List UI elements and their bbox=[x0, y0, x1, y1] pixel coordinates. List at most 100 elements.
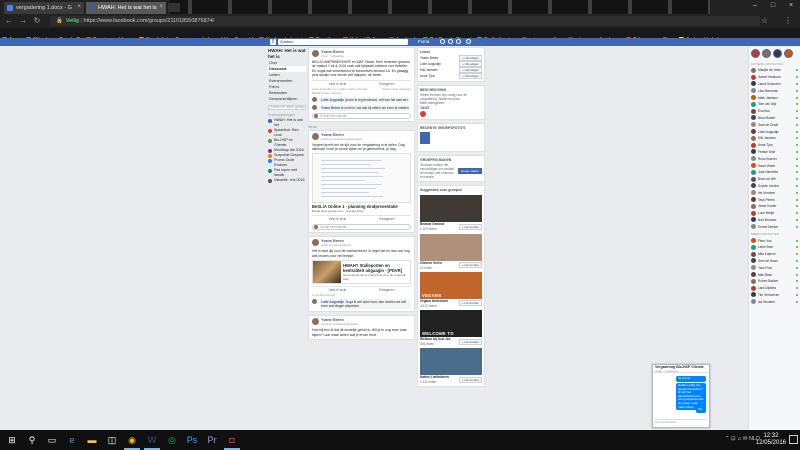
like-button[interactable]: Vind ik leuk bbox=[328, 217, 346, 222]
word-icon[interactable]: W bbox=[144, 434, 160, 450]
tab-hwah[interactable]: HWAH: Het is wat het is × bbox=[86, 2, 166, 14]
shortcut-item[interactable]: Promo Oude Rockers bbox=[268, 158, 306, 168]
shortcut-item[interactable]: Pas lopen met familie bbox=[268, 168, 306, 178]
join-group-button[interactable]: + Lid worden bbox=[458, 224, 482, 231]
chat-contact[interactable]: Ruben Bakker bbox=[749, 278, 800, 285]
comment-button[interactable]: Reageren bbox=[379, 288, 394, 293]
menu-icon[interactable]: ⋮ bbox=[784, 16, 792, 26]
chat-contact[interactable]: Sem de Haan bbox=[749, 258, 800, 265]
member-name[interactable]: Anna Tjoa bbox=[420, 74, 434, 79]
comment-input[interactable]: Schrijf een reactie... bbox=[312, 112, 411, 119]
chat-contact[interactable]: Laura Schouten bbox=[749, 81, 800, 88]
story-avatar[interactable] bbox=[762, 49, 771, 58]
store-icon[interactable]: ◫ bbox=[106, 434, 118, 446]
suggested-group-image[interactable] bbox=[420, 233, 482, 261]
chat-contact[interactable]: Marijke de Vries bbox=[749, 67, 800, 74]
friend-requests-icon[interactable] bbox=[440, 39, 445, 44]
comment-input[interactable]: Schrijf een reactie... bbox=[312, 224, 411, 231]
avatar[interactable] bbox=[312, 318, 319, 326]
chat-contact[interactable]: Anna Tjoa bbox=[749, 142, 800, 149]
shortcut-item[interactable]: Vakantie: reis 2016 bbox=[268, 178, 306, 183]
reload-icon[interactable]: ↻ bbox=[32, 16, 42, 26]
chat-contact[interactable]: Julia Hendriks bbox=[749, 169, 800, 176]
address-bar[interactable]: 🔒 Veilig | https://www.facebook.com/group… bbox=[50, 16, 760, 26]
chat-contact[interactable]: Bram de Wit bbox=[749, 176, 800, 183]
story-avatar[interactable] bbox=[773, 49, 782, 58]
chat-contact[interactable]: Lisa Moerman bbox=[749, 87, 800, 94]
group-photo[interactable] bbox=[420, 131, 430, 144]
edge-icon[interactable]: e bbox=[66, 434, 78, 446]
more-comments-link[interactable]: Bekijk 2 meer reacties bbox=[312, 91, 411, 95]
chat-contact[interactable]: Tess Peters bbox=[749, 196, 800, 203]
chat-contact[interactable]: Lotte Augustijn bbox=[749, 128, 800, 135]
group-search-input[interactable]: Zoeken in deze groep bbox=[268, 105, 306, 110]
shortcut-item[interactable]: Spaarklub: Ben Leuk bbox=[268, 128, 306, 138]
system-tray[interactable]: ⌃ ⊡ ♫ ✉ NLD bbox=[725, 436, 760, 442]
invite-button[interactable]: + Uitnodigen bbox=[459, 73, 482, 79]
camera-icon[interactable]: ◘ bbox=[224, 434, 240, 450]
suggested-group-image[interactable]: VEGANS bbox=[420, 271, 482, 299]
premiere-icon[interactable]: Pr bbox=[206, 434, 218, 446]
user-name[interactable]: Fiona bbox=[418, 39, 429, 45]
avatar[interactable] bbox=[312, 104, 317, 110]
settings-icon[interactable] bbox=[466, 39, 471, 44]
create-group-button[interactable]: Groep maken bbox=[457, 168, 482, 175]
close-icon[interactable]: × bbox=[77, 4, 81, 10]
close-window-icon[interactable]: × bbox=[782, 0, 800, 12]
notifications-icon[interactable] bbox=[456, 39, 461, 44]
back-icon[interactable]: ← bbox=[4, 16, 14, 26]
chat-contact[interactable]: Fleur Vos bbox=[749, 237, 800, 244]
chat-contact[interactable]: Isa Wouters bbox=[749, 298, 800, 305]
windows-icon[interactable]: ⊞ bbox=[6, 434, 18, 446]
story-avatar[interactable] bbox=[784, 49, 793, 58]
link-title[interactable]: HWAH? Stallsporten en kentraliteit uitga… bbox=[343, 263, 408, 273]
chat-contact[interactable]: Sara de Graaf bbox=[749, 121, 800, 128]
avatar[interactable] bbox=[312, 239, 319, 247]
comment-author[interactable]: Yvane Bréen bbox=[321, 106, 340, 110]
tab-vergadering[interactable]: vergadering 1.docx - G × bbox=[4, 2, 84, 14]
chat-contact[interactable]: Nina Mulder bbox=[749, 115, 800, 122]
chat-contact[interactable]: Jesse Koster bbox=[749, 203, 800, 210]
explorer-icon[interactable]: ▬ bbox=[86, 434, 98, 446]
chat-contact[interactable]: Mark Janssen bbox=[749, 94, 800, 101]
avatar[interactable] bbox=[312, 96, 317, 102]
chat-contact[interactable]: Noa Brouwer bbox=[749, 217, 800, 224]
chat-contact[interactable]: Lieke Boer bbox=[749, 244, 800, 251]
bookmark-star-icon[interactable]: ☆ bbox=[761, 16, 768, 26]
group-name[interactable]: HWAH: Het is wat het is bbox=[268, 48, 306, 60]
forward-icon[interactable]: → bbox=[18, 16, 28, 26]
suggested-group-image[interactable]: WELCOME TO bbox=[420, 310, 482, 338]
member-name[interactable]: Lotte Augustijn bbox=[420, 62, 441, 67]
chat-contact[interactable]: Mila Kuipers bbox=[749, 251, 800, 258]
chat-contact[interactable]: Eva Bos bbox=[749, 108, 800, 115]
chat-contact[interactable]: Tom van Dijk bbox=[749, 101, 800, 108]
new-tab-button[interactable] bbox=[168, 3, 180, 12]
chat-contact[interactable]: Roos Kramer bbox=[749, 155, 800, 162]
join-group-button[interactable]: + Lid worden bbox=[458, 338, 482, 345]
avatar[interactable] bbox=[312, 50, 319, 57]
link-preview[interactable]: HWAH? Stallsporten en kentraliteit uitga… bbox=[312, 260, 411, 285]
chrome-icon[interactable]: ◉ bbox=[124, 434, 140, 450]
avatar[interactable] bbox=[312, 299, 317, 305]
member-name[interactable]: Yvane Bréen bbox=[420, 56, 438, 61]
close-icon[interactable]: × bbox=[159, 4, 163, 10]
chat-contact[interactable]: Daan Visser bbox=[749, 162, 800, 169]
member-name[interactable]: Kiki Janssen bbox=[420, 68, 438, 73]
action-center-icon[interactable] bbox=[789, 435, 798, 444]
suggested-group-image[interactable] bbox=[420, 195, 482, 223]
join-group-button[interactable]: + Lid worden bbox=[458, 376, 482, 383]
maximize-icon[interactable]: □ bbox=[764, 0, 782, 12]
suggested-group-image[interactable] bbox=[420, 348, 482, 376]
chat-contact[interactable]: Luuk Meijer bbox=[749, 210, 800, 217]
comment-button[interactable]: Reageren bbox=[379, 217, 394, 222]
story-avatar[interactable] bbox=[751, 49, 760, 58]
messages-icon[interactable] bbox=[448, 39, 453, 44]
group-nav-item[interactable]: Groepsrichtlijnen bbox=[268, 96, 306, 102]
document-preview[interactable] bbox=[312, 153, 411, 204]
chat-contact[interactable]: Sophie Jacobs bbox=[749, 183, 800, 190]
facebook-search-input[interactable]: Zoeken bbox=[278, 39, 408, 45]
minimize-icon[interactable]: – bbox=[746, 0, 764, 12]
clock[interactable]: 12:32 12/05/2016 bbox=[756, 433, 786, 447]
post-likes[interactable]: 1 lid vindt dit leuk bbox=[312, 293, 411, 297]
comment-author[interactable]: Lotte Augustijn bbox=[321, 98, 344, 102]
